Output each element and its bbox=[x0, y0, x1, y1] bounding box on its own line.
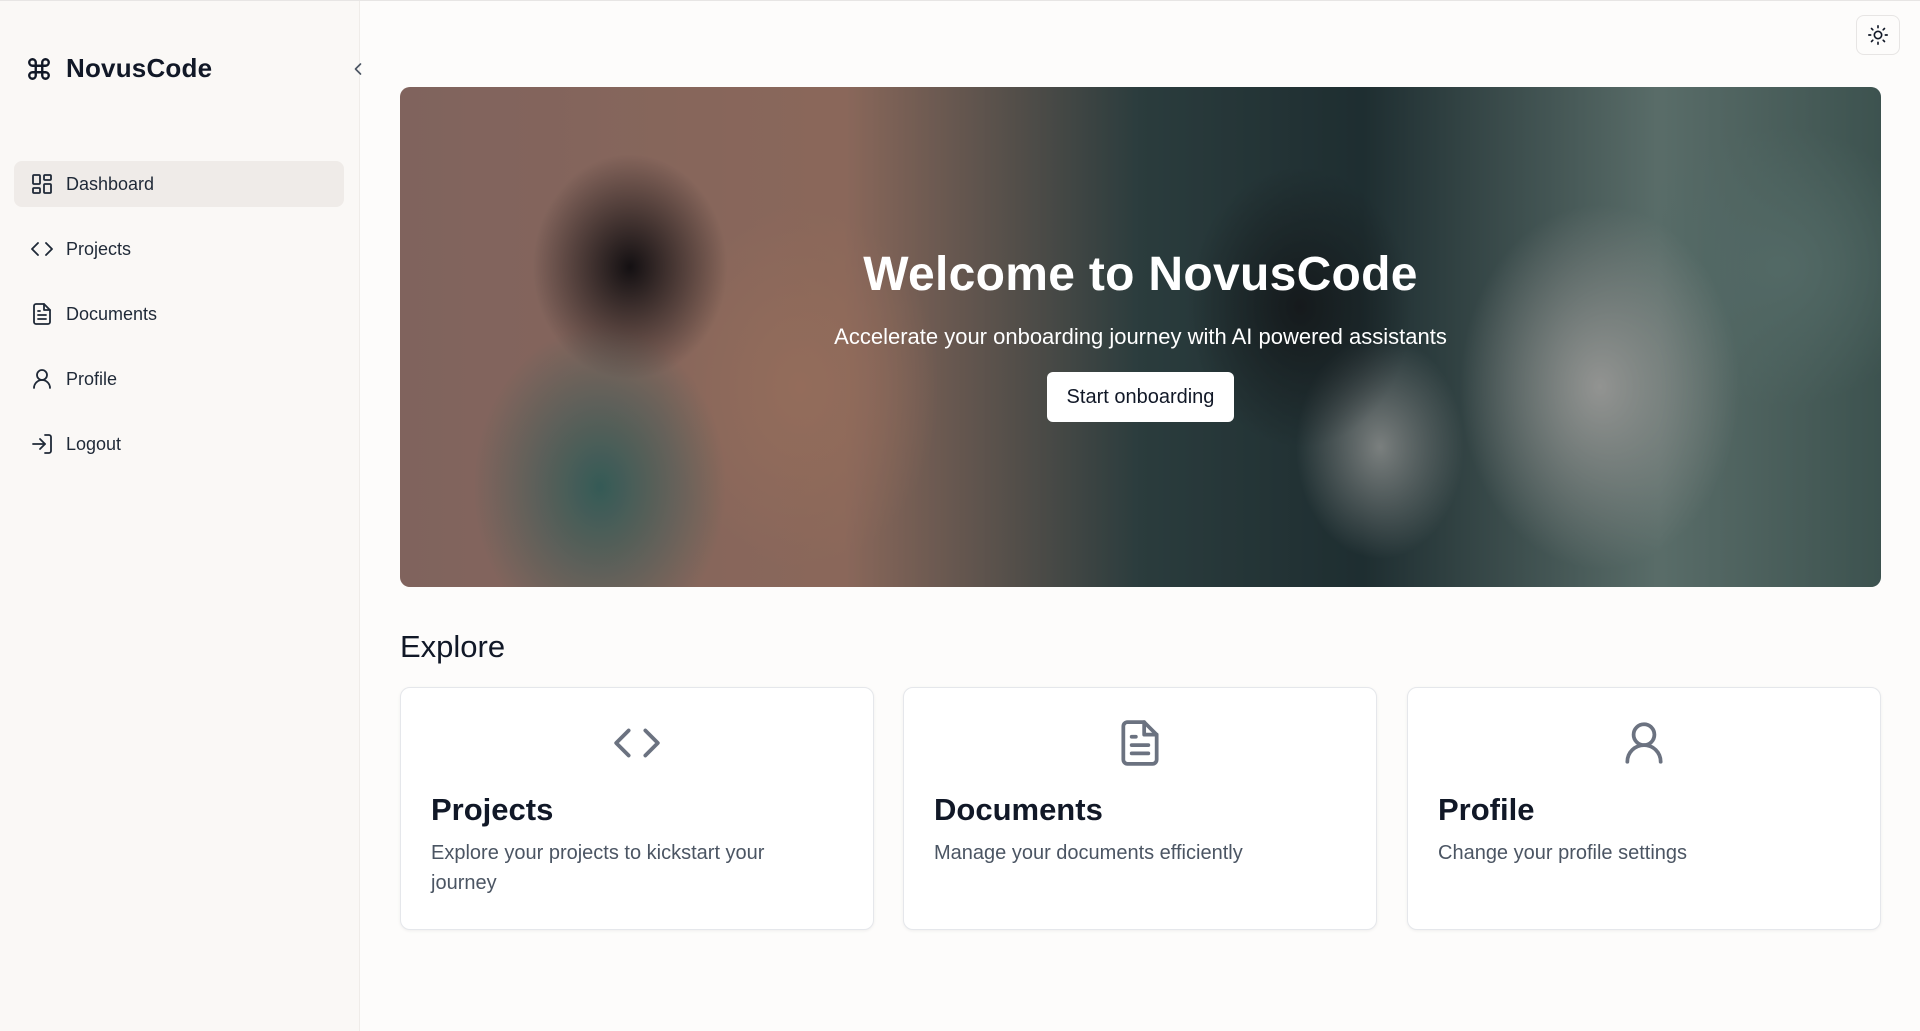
profile-card[interactable]: Profile Change your profile settings bbox=[1407, 687, 1881, 930]
code-icon bbox=[31, 242, 53, 256]
explore-cards: Projects Explore your projects to kickst… bbox=[400, 687, 1881, 930]
sidebar-item-dashboard[interactable]: Dashboard bbox=[14, 161, 344, 207]
document-icon bbox=[1121, 720, 1159, 766]
user-icon bbox=[33, 369, 51, 389]
sidebar-item-label: Documents bbox=[66, 303, 158, 324]
card-title: Documents bbox=[934, 792, 1103, 827]
command-icon bbox=[28, 57, 50, 80]
card-title: Projects bbox=[431, 792, 554, 827]
projects-card[interactable]: Projects Explore your projects to kickst… bbox=[400, 687, 874, 930]
sun-icon bbox=[1868, 25, 1888, 45]
sidebar-item-profile[interactable]: Profile bbox=[14, 356, 344, 402]
documents-card[interactable]: Documents Manage your documents efficien… bbox=[903, 687, 1377, 930]
sidebar-item-logout[interactable]: Logout bbox=[14, 421, 344, 467]
brand-name: NovusCode bbox=[66, 53, 213, 83]
logout-icon bbox=[32, 434, 52, 454]
explore-heading: Explore bbox=[400, 629, 506, 664]
collapse-sidebar-button[interactable] bbox=[344, 55, 372, 83]
card-description: Manage your documents efficiently bbox=[934, 842, 1243, 864]
start-onboarding-button[interactable]: Start onboarding bbox=[1046, 372, 1235, 422]
user-icon bbox=[1625, 722, 1663, 764]
sidebar-item-label: Profile bbox=[66, 368, 118, 389]
card-title: Profile bbox=[1438, 792, 1535, 827]
document-icon bbox=[33, 303, 51, 325]
sidebar-item-documents[interactable]: Documents bbox=[14, 291, 344, 337]
card-description: Change your profile settings bbox=[1438, 842, 1688, 864]
brand[interactable]: NovusCode bbox=[26, 53, 212, 84]
sidebar-item-label: Projects bbox=[66, 238, 132, 259]
hero-content: Welcome to NovusCode Accelerate your onb… bbox=[400, 87, 1881, 587]
chevron-left-icon bbox=[354, 63, 362, 75]
sidebar-nav: Dashboard Projects Documents Profile Log… bbox=[14, 161, 344, 486]
sidebar-item-label: Dashboard bbox=[66, 173, 155, 194]
sidebar-item-label: Logout bbox=[66, 433, 122, 454]
app-root: NovusCode Dashboard Projects Documents P… bbox=[0, 0, 1920, 1031]
sidebar-item-projects[interactable]: Projects bbox=[14, 226, 344, 272]
hero-title: Welcome to NovusCode bbox=[863, 248, 1418, 301]
sidebar: NovusCode Dashboard Projects Documents P… bbox=[0, 1, 362, 1031]
hero-subtitle: Accelerate your onboarding journey with … bbox=[834, 324, 1447, 349]
code-icon bbox=[614, 728, 660, 758]
theme-toggle-button[interactable] bbox=[1856, 15, 1900, 55]
hero-banner: Welcome to NovusCode Accelerate your onb… bbox=[400, 87, 1881, 587]
dashboard-icon bbox=[32, 174, 52, 194]
card-description: Explore your projects to kickstart your … bbox=[431, 842, 765, 894]
